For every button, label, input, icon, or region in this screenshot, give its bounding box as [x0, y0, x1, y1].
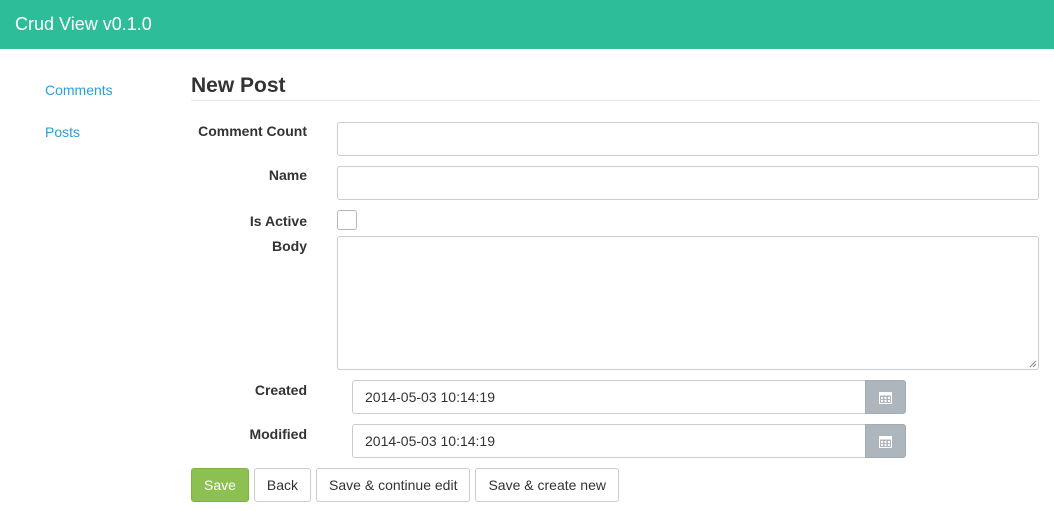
body-label: Body	[272, 238, 307, 254]
page-title: New Post	[191, 73, 1039, 101]
save-create-new-button[interactable]: Save & create new	[475, 468, 619, 502]
comment-count-input[interactable]	[337, 122, 1039, 156]
calendar-icon	[879, 435, 892, 448]
sidebar-item-comments[interactable]: Comments	[45, 82, 165, 124]
is-active-checkbox[interactable]	[337, 210, 357, 230]
back-button[interactable]: Back	[253, 468, 312, 502]
resize-grip-icon[interactable]	[1029, 360, 1037, 368]
main-content: New Post Comment Count Name Is Active Bo…	[191, 73, 1039, 502]
sidebar: Comments Posts	[45, 82, 165, 166]
created-label: Created	[254, 382, 307, 398]
modified-calendar-button[interactable]	[865, 424, 906, 458]
save-button[interactable]: Save	[191, 468, 249, 502]
modified-datetime-picker: 2014-05-03 10:14:19	[352, 424, 906, 458]
brand-title[interactable]: Crud View v0.1.0	[15, 14, 152, 35]
navbar: Crud View v0.1.0	[0, 0, 1054, 49]
body-textarea[interactable]	[337, 236, 1039, 370]
sidebar-item-posts[interactable]: Posts	[45, 124, 165, 166]
calendar-icon	[879, 391, 892, 404]
modified-label: Modified	[249, 426, 307, 442]
created-input[interactable]: 2014-05-03 10:14:19	[352, 380, 865, 414]
name-input[interactable]	[337, 166, 1039, 200]
comment-count-label: Comment Count	[198, 123, 307, 139]
save-continue-edit-button[interactable]: Save & continue edit	[316, 468, 471, 502]
is-active-label: Is Active	[249, 213, 307, 229]
form-actions: Save Back Save & continue edit Save & cr…	[191, 468, 619, 502]
modified-input[interactable]: 2014-05-03 10:14:19	[352, 424, 865, 458]
created-calendar-button[interactable]	[865, 380, 906, 414]
name-label: Name	[268, 167, 307, 183]
created-datetime-picker: 2014-05-03 10:14:19	[352, 380, 906, 414]
